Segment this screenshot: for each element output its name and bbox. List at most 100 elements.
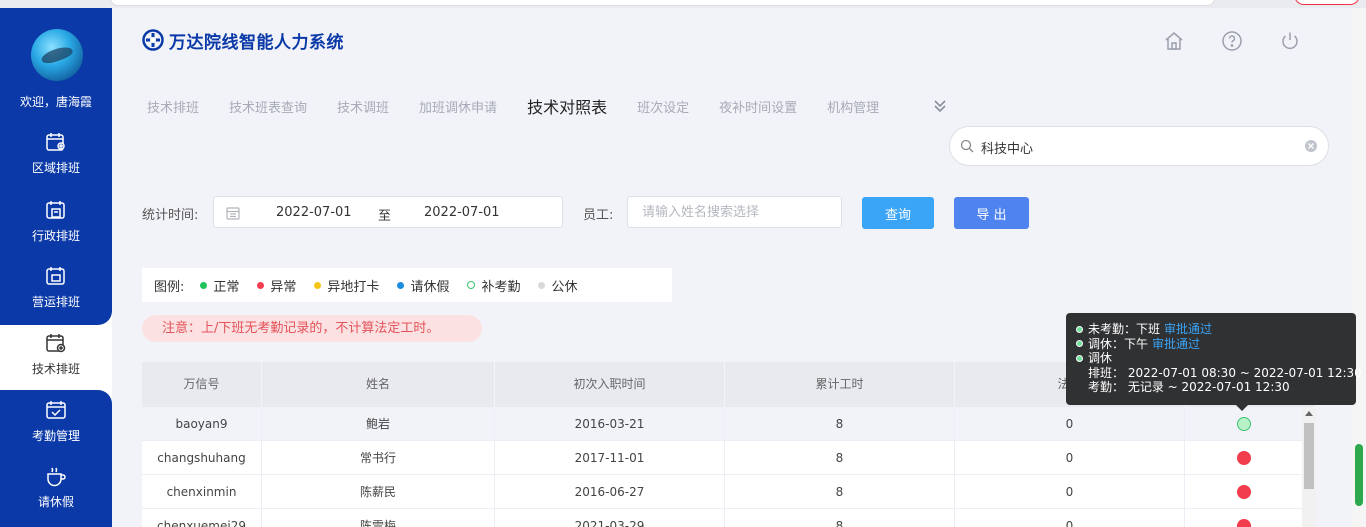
sidebar: 欢迎，唐海霞 区域排班 行政排班 营运排班 技术排班 考勤管理 请休假 xyxy=(0,8,112,527)
table-row[interactable]: chenxinmin 陈薪民 2016-06-27 8 0 xyxy=(142,475,1304,509)
tab-shift-settings[interactable]: 班次设定 xyxy=(637,97,689,116)
legend-item-leave: 请休假 xyxy=(397,276,449,295)
status-abnormal-dot-icon[interactable] xyxy=(1237,451,1251,465)
approval-link[interactable]: 审批通过 xyxy=(1152,337,1200,352)
stat-time-label: 统计时间: xyxy=(142,208,199,223)
brand: 万达院线智能人力系统 xyxy=(142,27,344,53)
legend-label: 补考勤 xyxy=(481,279,521,295)
cell-status xyxy=(1185,441,1304,475)
table-row[interactable]: chenxuemei29 陈雪梅 2021-03-29 8 0 xyxy=(142,509,1304,527)
tooltip-label: 未考勤：下班 xyxy=(1088,322,1161,336)
status-abnormal-dot-icon[interactable] xyxy=(1237,519,1251,527)
sidebar-item-area-schedule[interactable]: 区域排班 xyxy=(0,131,112,195)
employee-search-input[interactable] xyxy=(627,196,842,228)
home-icon[interactable] xyxy=(1163,30,1185,52)
brand-logo-icon xyxy=(142,29,164,51)
coffee-cup-icon xyxy=(47,467,66,487)
table-row[interactable]: baoyan9 鲍岩 2016-03-21 8 0 xyxy=(142,407,1304,441)
table-row[interactable]: changshuhang 常书行 2017-11-01 8 0 xyxy=(142,441,1304,475)
gray-dot-icon xyxy=(538,281,546,289)
tab-night-allowance-settings[interactable]: 夜补时间设置 xyxy=(719,97,797,116)
legend-item-abnormal: 异常 xyxy=(257,276,296,295)
export-button[interactable]: 导 出 xyxy=(954,197,1029,229)
cell-name: 常书行 xyxy=(262,441,495,475)
cell-hours: 8 xyxy=(725,475,955,509)
browser-button[interactable] xyxy=(1294,0,1360,5)
legend-label: 公休 xyxy=(551,279,578,295)
status-makeup-dot-icon[interactable] xyxy=(1237,417,1251,431)
green-dot-icon xyxy=(1076,340,1083,348)
cell-hours: 8 xyxy=(725,441,955,475)
brand-title: 万达院线智能人力系统 xyxy=(169,32,344,53)
legend-item-public-holiday: 公休 xyxy=(538,276,577,295)
cell-id: chenxuemei29 xyxy=(142,509,262,527)
tab-overtime-request[interactable]: 加班调休申请 xyxy=(419,97,497,116)
calendar-gear-icon xyxy=(46,334,66,353)
legend: 图例: 正常 异常 异地打卡 请休假 补考勤 公休 xyxy=(142,268,672,302)
tab-tech-shift-change[interactable]: 技术调班 xyxy=(337,97,389,116)
cell-hours: 8 xyxy=(725,407,955,441)
legend-label: 请休假 xyxy=(410,279,450,295)
tooltip-line: 未考勤：下班 审批通过 xyxy=(1076,322,1346,337)
cell-date: 2021-03-29 xyxy=(495,509,725,527)
column-header[interactable]: 万信号 xyxy=(142,362,262,407)
calendar-film-icon xyxy=(46,267,65,285)
tab-tech-schedule[interactable]: 技术排班 xyxy=(147,97,199,116)
address-bar[interactable] xyxy=(110,0,1215,6)
tab-tech-schedule-query[interactable]: 技术班表查询 xyxy=(229,97,307,116)
cell-status xyxy=(1185,407,1304,441)
avatar[interactable] xyxy=(31,29,83,81)
sidebar-item-leave[interactable]: 请休假 xyxy=(0,465,112,527)
chevron-double-down-icon[interactable] xyxy=(932,98,948,114)
legend-item-normal: 正常 xyxy=(200,276,239,295)
tooltip-line: 调休 xyxy=(1076,351,1346,366)
sidebar-item-label: 营运排班 xyxy=(31,295,80,309)
date-start[interactable]: 2022-07-01 xyxy=(276,205,352,220)
sidebar-item-tech-schedule[interactable]: 技术排班 xyxy=(0,332,112,396)
sidebar-item-label: 请休假 xyxy=(37,495,74,509)
legend-item-makeup: 补考勤 xyxy=(467,276,520,295)
welcome-text: 欢迎，唐海霞 xyxy=(19,95,92,109)
tooltip-line: 调休：下午 审批通过 xyxy=(1076,337,1346,352)
cell-legal: 0 xyxy=(955,475,1185,509)
date-range-picker[interactable]: 2022-07-01 至 2022-07-01 xyxy=(213,196,563,228)
sidebar-item-label: 区域排班 xyxy=(31,161,80,175)
page-scrollbar-thumb[interactable] xyxy=(1355,444,1363,506)
org-search-value: 科技中心 xyxy=(981,142,1034,157)
search-icon xyxy=(960,139,974,153)
sidebar-item-admin-schedule[interactable]: 行政排班 xyxy=(0,199,112,263)
green-dot-icon xyxy=(200,281,208,289)
column-header[interactable]: 姓名 xyxy=(262,362,495,407)
column-header[interactable]: 累计工时 xyxy=(725,362,955,407)
approval-link[interactable]: 审批通过 xyxy=(1164,322,1212,337)
power-icon[interactable] xyxy=(1279,30,1301,52)
sidebar-item-label: 技术排班 xyxy=(31,362,80,376)
sidebar-item-operation-schedule[interactable]: 营运排班 xyxy=(0,265,112,329)
query-button[interactable]: 查询 xyxy=(862,197,934,229)
status-abnormal-dot-icon[interactable] xyxy=(1237,485,1251,499)
tooltip-label: 调休：下午 xyxy=(1088,336,1149,351)
tab-tech-comparison[interactable]: 技术对照表 xyxy=(527,94,607,118)
sidebar-item-label: 考勤管理 xyxy=(31,429,80,443)
sidebar-item-label: 行政排班 xyxy=(31,229,80,243)
tooltip-label: 调休 xyxy=(1088,351,1113,365)
cell-legal: 0 xyxy=(955,441,1185,475)
cell-hours: 8 xyxy=(725,509,955,527)
table-scrollbar[interactable] xyxy=(1302,407,1316,527)
calendar-check-icon xyxy=(46,401,66,419)
cell-status xyxy=(1185,509,1304,527)
scroll-up-arrow-icon[interactable] xyxy=(1305,411,1313,416)
help-icon[interactable] xyxy=(1221,30,1243,52)
page-scrollbar[interactable] xyxy=(1352,8,1366,527)
date-end[interactable]: 2022-07-01 xyxy=(424,205,500,220)
scrollbar-thumb[interactable] xyxy=(1304,423,1314,489)
cell-id: baoyan9 xyxy=(142,407,262,441)
cell-name: 鲍岩 xyxy=(262,407,495,441)
notice-banner: 注意：上/下班无考勤记录的，不计算法定工时。 xyxy=(142,315,482,342)
column-header[interactable]: 初次入职时间 xyxy=(495,362,725,407)
tooltip-attendance-line: 考勤： 无记录 ~ 2022-07-01 12:30 xyxy=(1088,380,1290,394)
org-search-field[interactable]: 科技中心 xyxy=(949,126,1329,166)
clear-icon[interactable] xyxy=(1304,139,1318,153)
tab-org-management[interactable]: 机构管理 xyxy=(827,97,879,116)
sidebar-item-attendance[interactable]: 考勤管理 xyxy=(0,399,112,463)
